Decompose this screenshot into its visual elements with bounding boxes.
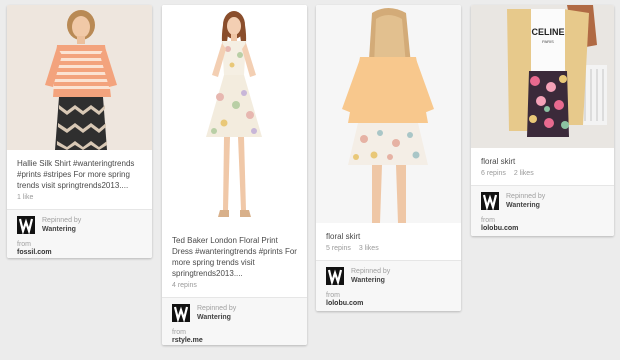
pin-stats: 5 repins 3 likes (316, 242, 461, 260)
pin-card[interactable]: CELINE PARIS floral skirt 6 repins 2 lik… (471, 5, 614, 236)
repin-attribution: Repinned by Wantering from fossil.com (7, 209, 152, 258)
pin-card[interactable]: floral skirt 5 repins 3 likes Repinned b… (316, 5, 461, 311)
pin-image[interactable] (316, 5, 461, 223)
wantering-logo-icon[interactable] (481, 192, 499, 210)
wantering-logo-icon[interactable] (17, 216, 35, 234)
like-count[interactable]: 3 likes (359, 245, 379, 252)
tshirt-print-sub: PARIS (542, 39, 554, 44)
pin-image[interactable] (162, 5, 307, 227)
repinned-by-user[interactable]: Wantering (197, 313, 236, 322)
repinned-by-label: Repinned by (42, 217, 82, 224)
repinned-by-user[interactable]: Wantering (351, 276, 390, 285)
pin-stats: 1 like (7, 191, 152, 209)
repin-attribution: Repinned by Wantering from rstyle.me (162, 297, 307, 345)
repinned-by-label: Repinned by (506, 193, 546, 200)
pin-card[interactable]: Hallie Silk Shirt #wanteringtrends #prin… (7, 5, 152, 258)
from-label: from (17, 241, 31, 248)
wantering-logo-icon[interactable] (172, 304, 190, 322)
source-link[interactable]: lolobu.com (481, 225, 604, 232)
from-label: from (481, 217, 495, 224)
like-count[interactable]: 1 like (17, 194, 33, 201)
repin-count[interactable]: 6 repins (481, 170, 506, 177)
like-count[interactable]: 2 likes (514, 170, 534, 177)
pin-photo (7, 5, 152, 150)
from-label: from (172, 329, 186, 336)
source-link[interactable]: lolobu.com (326, 300, 451, 307)
repin-count[interactable]: 4 repins (172, 282, 197, 289)
pin-card[interactable]: Ted Baker London Floral Print Dress #wan… (162, 5, 307, 345)
repin-attribution: Repinned by Wantering from lolobu.com (316, 260, 461, 311)
repinned-by-user[interactable]: Wantering (42, 225, 81, 234)
pin-description: floral skirt (481, 157, 516, 166)
from-label: from (326, 292, 340, 299)
wantering-logo-icon[interactable] (326, 267, 344, 285)
source-link[interactable]: fossil.com (17, 249, 142, 256)
pin-stats: 4 repins (162, 279, 307, 297)
pin-photo: CELINE PARIS (471, 5, 614, 148)
pin-photo (162, 5, 307, 227)
pin-description: floral skirt (326, 232, 361, 241)
pin-photo (316, 5, 461, 223)
repin-count[interactable]: 5 repins (326, 245, 351, 252)
pin-image[interactable] (7, 5, 152, 150)
repin-attribution: Repinned by Wantering from lolobu.com (471, 185, 614, 236)
pin-description: Hallie Silk Shirt #wanteringtrends #prin… (17, 159, 135, 190)
repinned-by-user[interactable]: Wantering (506, 201, 545, 210)
repinned-by-label: Repinned by (351, 268, 391, 275)
repinned-by-label: Repinned by (197, 305, 237, 312)
pin-description: Ted Baker London Floral Print Dress #wan… (172, 236, 297, 278)
pin-stats: 6 repins 2 likes (471, 167, 614, 185)
tshirt-print: CELINE (531, 27, 564, 37)
pin-image[interactable]: CELINE PARIS (471, 5, 614, 148)
source-link[interactable]: rstyle.me (172, 337, 297, 344)
